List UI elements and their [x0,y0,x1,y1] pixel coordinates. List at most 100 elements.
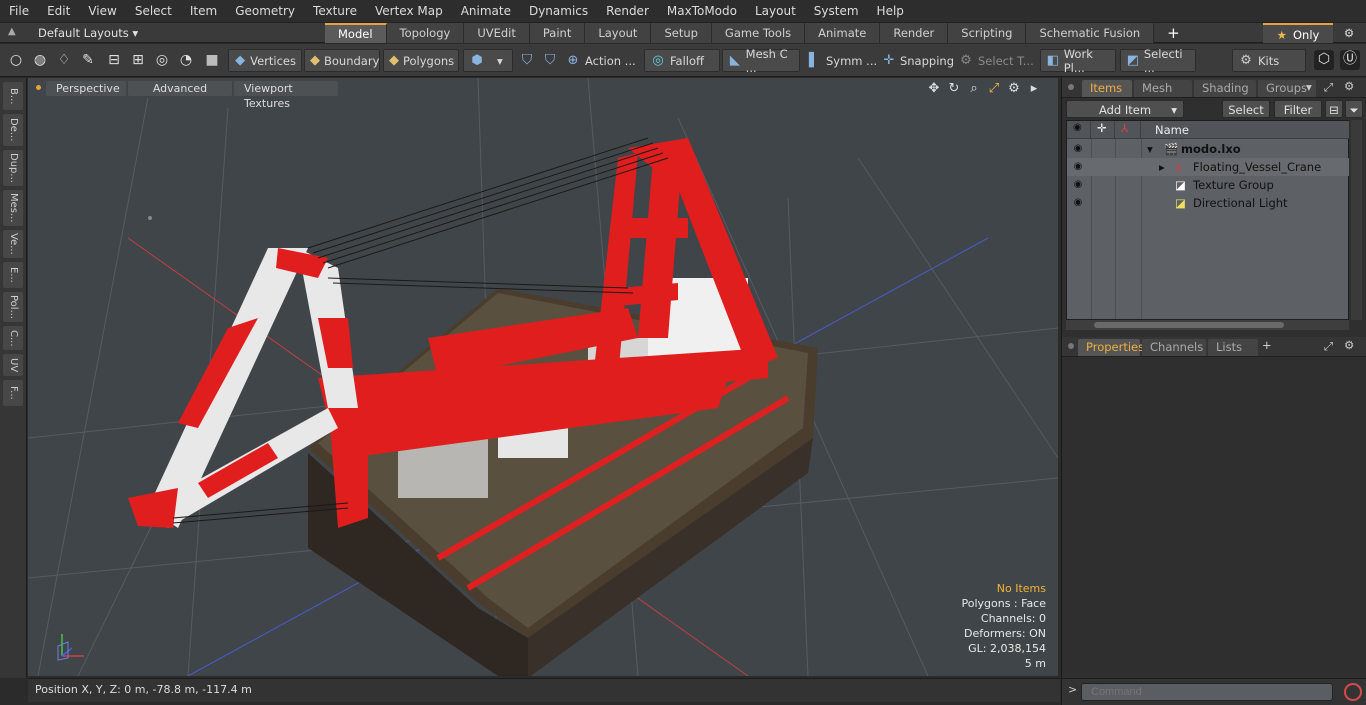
tabs-dropdown-icon[interactable]: ▾ [1306,80,1312,94]
record-icon[interactable] [1344,683,1362,701]
tab-items[interactable]: Items [1082,80,1132,97]
popout-icon[interactable]: ⤢ [1324,80,1333,95]
menu-file[interactable]: File [0,0,38,22]
polygons-button[interactable]: ◆ Polygons [383,49,459,72]
orbit-icon[interactable]: ↻ [944,81,964,96]
action-center-button[interactable]: ⊕ Action ... [565,49,641,72]
visibility-column[interactable]: ◉ [1067,121,1091,139]
zoom-icon[interactable]: ⌕ [964,81,984,96]
menu-system[interactable]: System [805,0,868,22]
expand-arrow-icon[interactable]: ▸ [1024,81,1044,96]
cube-icon[interactable]: ■ [203,51,221,69]
gear-icon[interactable]: ⚙ [1338,23,1360,43]
add-tab-icon[interactable]: + [1154,23,1180,43]
tab-uv[interactable]: UV [3,354,23,376]
menu-animate[interactable]: Animate [452,0,520,22]
menu-layout[interactable]: Layout [746,0,805,22]
tab-schematic-fusion[interactable]: Schematic Fusion [1026,23,1155,43]
tab-render[interactable]: Render [880,23,949,43]
tab-edge[interactable]: E... [3,262,23,288]
selection-sets-button[interactable]: ◩ Selecti ... [1120,47,1196,75]
tab-uvedit[interactable]: UVEdit [464,23,530,43]
item-row-scene[interactable]: ◉ ▾ 🎬 modo.lxo [1067,140,1349,158]
layout-dropdown[interactable]: Default Layouts ▾ [38,23,138,43]
tab-setup[interactable]: Setup [651,23,712,43]
select-button[interactable]: Select [1222,100,1270,118]
tab-layout[interactable]: Layout [585,23,652,43]
unity-icon[interactable]: ⬡ [1314,50,1334,70]
tab-channels[interactable]: Channels [1142,339,1206,356]
globe-icon[interactable]: ◍ [31,51,49,69]
circle-select-icon[interactable]: ○ [7,51,25,69]
item-row-mesh[interactable]: ◉ ▸ ⅄ Floating_Vessel_Crane [1067,158,1349,176]
maximize-icon[interactable]: ⤢ [984,81,1004,96]
eye-icon[interactable]: ◉ [1071,196,1085,210]
add-item-button[interactable]: Add Item ▾ [1066,100,1184,118]
grid-icon[interactable]: ⊞ [129,51,147,69]
expand-arrow-icon[interactable]: ▸ [1159,160,1165,174]
shield-icon[interactable]: ⛉ [518,51,536,69]
tab-polygon[interactable]: Pol... [3,292,23,322]
work-plane-button[interactable]: ◧ Work Pl... [1040,47,1116,75]
viewport-textures-button[interactable]: Viewport Textures [234,81,338,110]
tab-scripting[interactable]: Scripting [948,23,1027,43]
tab-properties[interactable]: Properties [1078,339,1144,356]
target-icon[interactable]: ◎ [153,51,171,69]
move-icon[interactable]: ✥ [924,81,944,96]
symmetry-button[interactable]: ▌ Symm ... [806,49,878,72]
unreal-icon[interactable]: Ⓤ [1340,50,1360,70]
tab-paint[interactable]: Paint [529,23,586,43]
material-dropdown[interactable]: ⬢ ▾ [463,49,513,72]
tab-vertex[interactable]: Ve... [3,230,23,258]
panel-gear-icon[interactable]: ⚙ [1344,79,1354,93]
tab-curve[interactable]: C... [3,326,23,350]
menu-view[interactable]: View [79,0,125,22]
menu-render[interactable]: Render [597,0,658,22]
shield-alt-icon[interactable]: ⛉ [541,51,559,69]
viewport-3d[interactable]: Perspective Advanced Viewport Textures ✥… [28,78,1058,676]
brush-icon[interactable]: ✎ [79,51,97,69]
eye-icon[interactable]: ◉ [1071,178,1085,192]
lasso-icon[interactable]: ♢ [55,51,73,69]
name-column-header[interactable]: Name [1155,123,1189,137]
lock-column[interactable]: ✛ [1091,121,1115,139]
tab-mesh[interactable]: Mesh ... [1134,80,1192,112]
item-row-texture-group[interactable]: ◉ ◪ Texture Group [1067,176,1349,194]
mesh-constraints-button[interactable]: ◣ Mesh C ... [722,47,800,75]
tab-shading[interactable]: Shading [1194,80,1256,97]
tab-topology[interactable]: Topology [386,23,465,43]
vertices-button[interactable]: ◆ Vertices [228,49,302,72]
kits-button[interactable]: ⚙ Kits [1232,49,1306,72]
menu-dynamics[interactable]: Dynamics [520,0,597,22]
tab-fusion[interactable]: F... [3,380,23,406]
add-tab-icon[interactable]: + [1262,338,1272,352]
items-horizontal-scrollbar[interactable] [1066,320,1349,330]
tab-basic[interactable]: B... [3,82,23,110]
filter-button[interactable]: Filter [1274,100,1322,118]
menu-maxtomodo[interactable]: MaxToModo [658,0,746,22]
tab-mesh[interactable]: Mes... [3,190,23,226]
expand-arrow-icon[interactable]: ▾ [1147,142,1153,156]
only-toggle[interactable]: ★ Only [1263,23,1333,43]
funnel-icon[interactable]: ⏷ [1345,100,1363,118]
rotate-icon[interactable]: ◔ [177,51,195,69]
select-through-button[interactable]: ⚙ Select T... [958,49,1034,72]
snapping-button[interactable]: ✛ Snapping [882,49,954,72]
tab-model[interactable]: Model [325,23,387,43]
tab-animate[interactable]: Animate [805,23,881,43]
panel-gear-icon[interactable]: ⚙ [1344,338,1354,352]
menu-help[interactable]: Help [868,0,913,22]
viewport-settings-icon[interactable]: ⚙ [1004,81,1024,96]
align-icon[interactable]: ⊟ [105,51,123,69]
falloff-button[interactable]: ◎ Falloff [644,49,720,72]
eye-icon[interactable]: ◉ [1071,142,1085,156]
scrollbar-thumb[interactable] [1094,322,1284,328]
tab-deform[interactable]: De... [3,114,23,146]
menu-edit[interactable]: Edit [38,0,79,22]
tab-duplicate[interactable]: Dup... [3,150,23,186]
advanced-button[interactable]: Advanced [128,81,232,96]
items-vertical-scrollbar[interactable] [1351,120,1362,320]
layout-toggle-icon[interactable]: ▲ [8,26,16,37]
menu-texture[interactable]: Texture [304,0,366,22]
boundary-button[interactable]: ◆ Boundary [304,49,380,72]
